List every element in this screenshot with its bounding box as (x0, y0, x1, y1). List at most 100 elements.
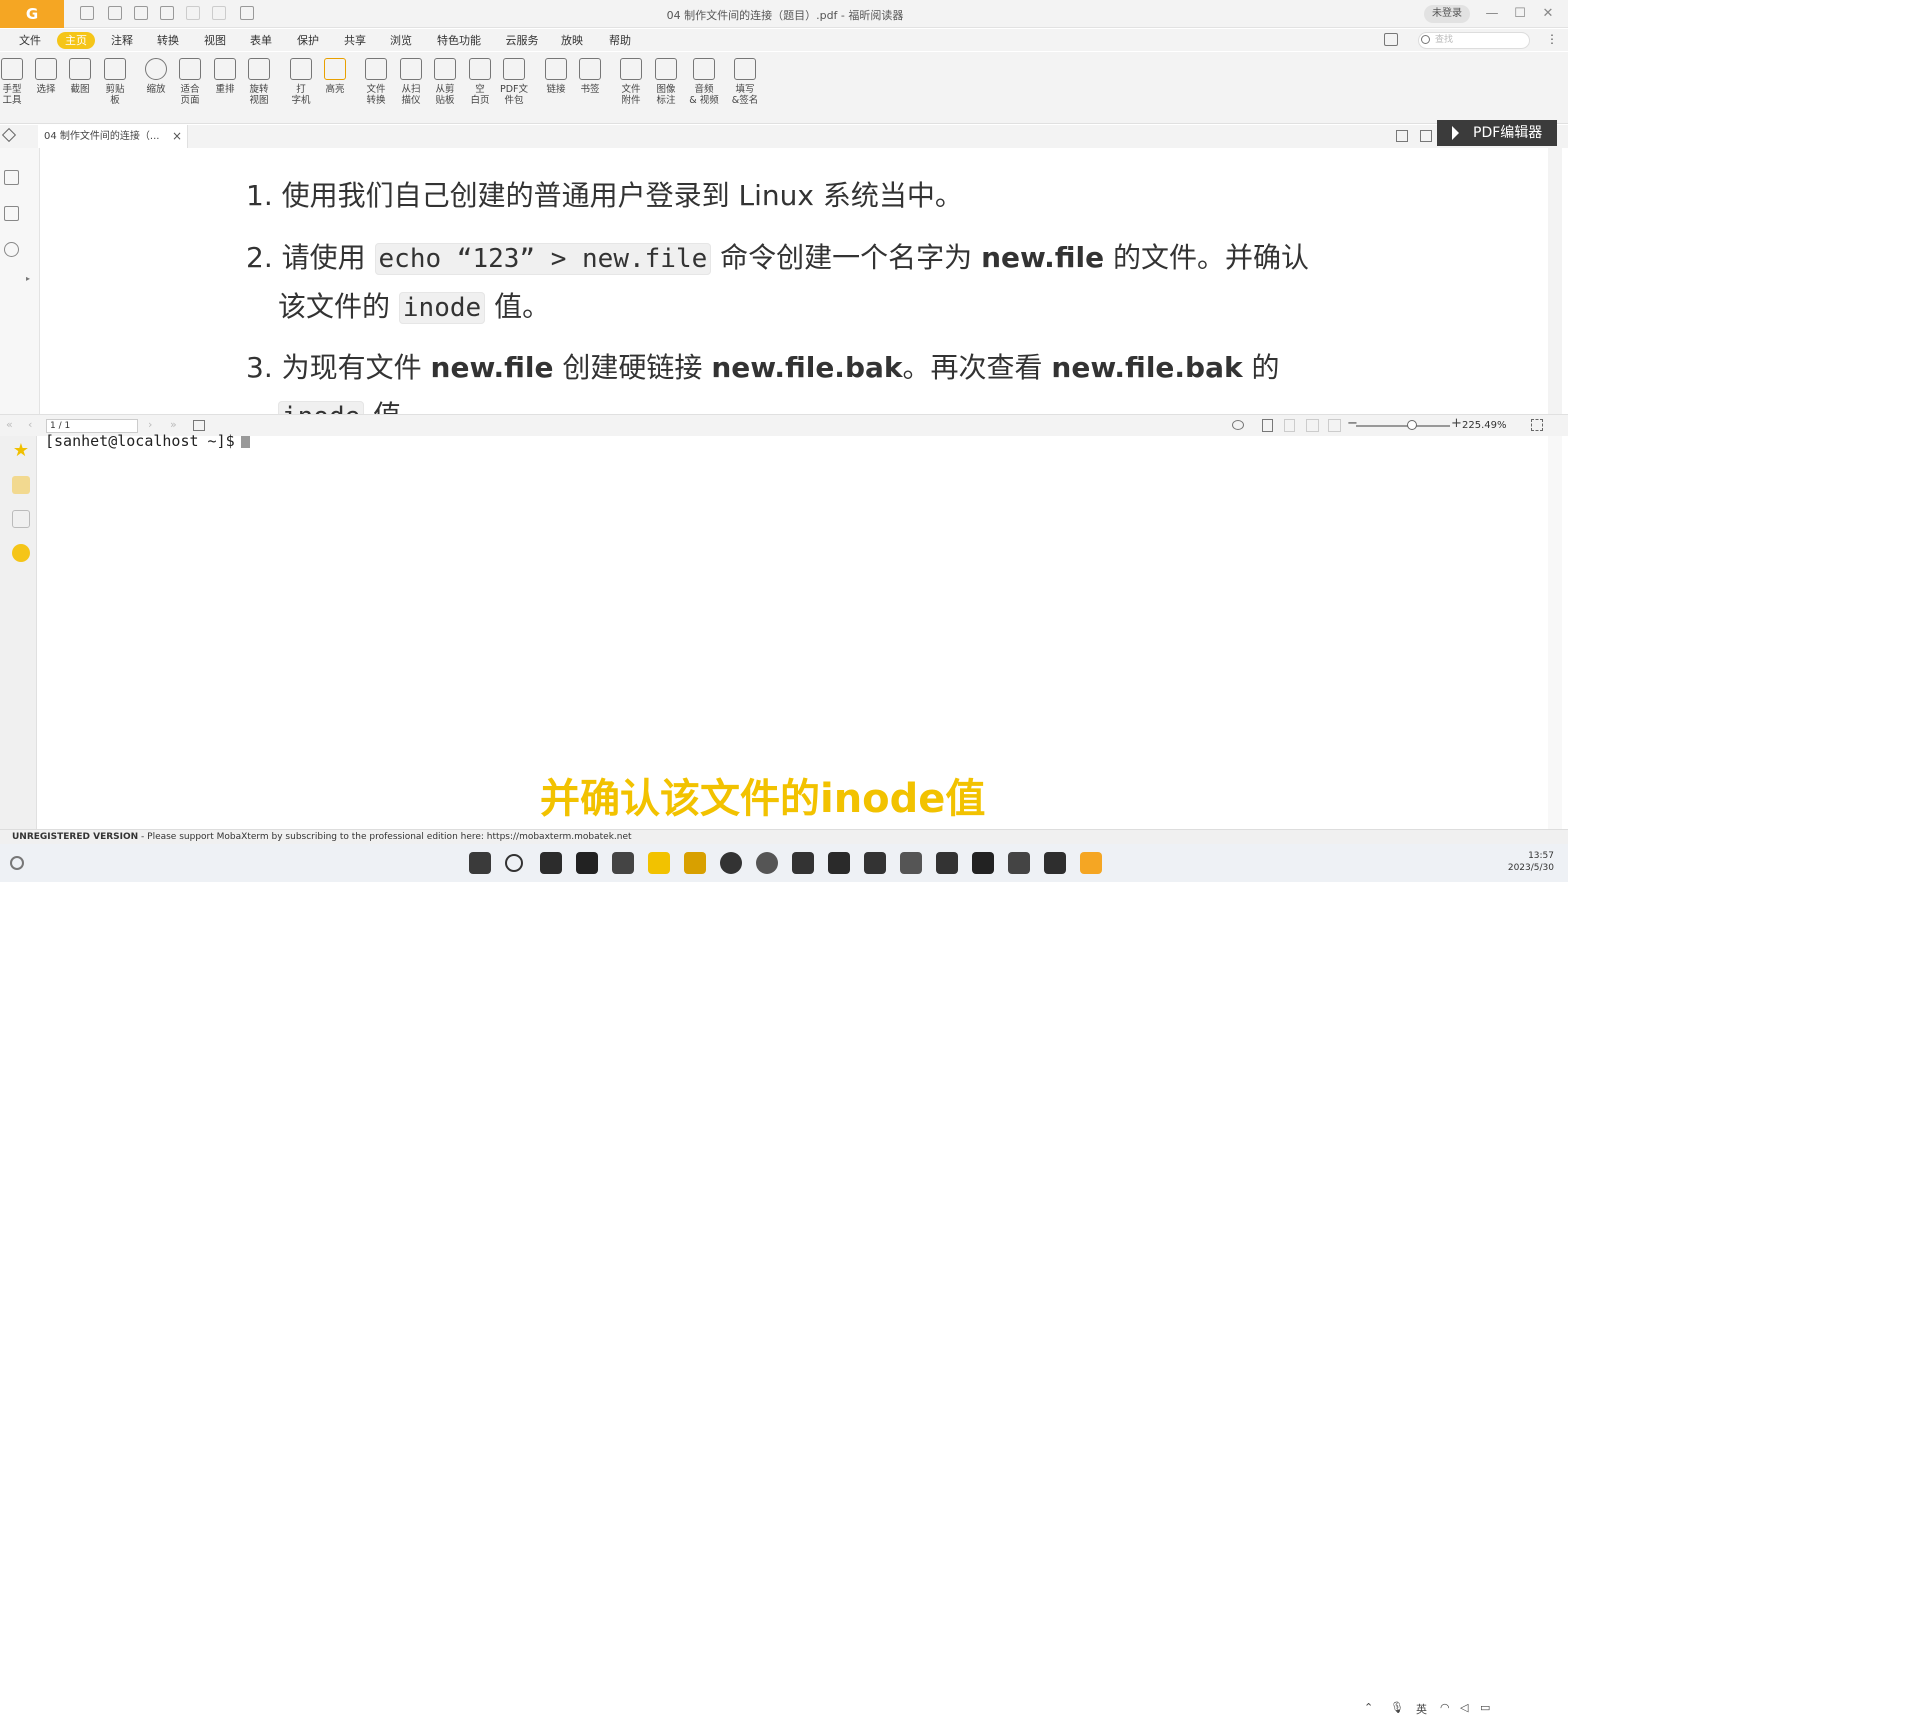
menu-home[interactable]: 主页 (57, 32, 95, 49)
zoom-in-icon[interactable]: + (1451, 416, 1462, 431)
menu-convert[interactable]: 转换 (154, 32, 182, 49)
tool-pdf-package[interactable]: PDF文 件包 (497, 58, 531, 106)
menu-comment[interactable]: 注释 (108, 32, 136, 49)
pdf-scrollbar[interactable] (1548, 148, 1562, 414)
microphone-icon[interactable]: 🎙 (1390, 1701, 1404, 1714)
maximize-icon[interactable]: ☐ (1510, 5, 1530, 23)
search-input[interactable]: 查找 (1418, 32, 1530, 49)
app-remote-icon[interactable] (684, 852, 706, 874)
eye-icon[interactable] (1232, 420, 1244, 430)
bookmark-panel-icon[interactable] (4, 170, 19, 185)
tool-blank-page[interactable]: 空 白页 (463, 58, 497, 106)
tool-zoom[interactable]: 缩放 (139, 58, 173, 95)
clock[interactable]: 13:57 2023/5/30 (1506, 850, 1554, 874)
undo-icon[interactable] (186, 6, 200, 20)
tool-typewriter[interactable]: 打 字机 (284, 58, 318, 106)
tools-icon[interactable] (12, 476, 30, 494)
tray-expand-icon[interactable]: ⌃ (1364, 1701, 1373, 1714)
single-page-icon[interactable] (1262, 419, 1273, 432)
terminal-area[interactable]: [sanhet@localhost ~]$ 并确认该文件的inode值 (37, 432, 1547, 829)
minimize-icon[interactable]: — (1482, 5, 1502, 23)
print-icon[interactable] (134, 6, 148, 20)
page-number-input[interactable]: 1 / 1 (46, 419, 138, 433)
more-icon[interactable]: ⋮ (1546, 32, 1558, 46)
new-icon[interactable] (160, 6, 174, 20)
tool-media[interactable]: 音频 & 视频 (684, 58, 724, 106)
save-icon[interactable] (108, 6, 122, 20)
login-button[interactable]: 未登录 (1424, 5, 1470, 23)
tool-hand[interactable]: 手型 工具 (0, 58, 29, 106)
close-icon[interactable]: ✕ (1538, 5, 1558, 23)
wifi-icon[interactable]: ◠ (1440, 1701, 1450, 1714)
menu-cloud[interactable]: 云服务 (503, 32, 541, 49)
tool-image-annotation[interactable]: 图像 标注 (649, 58, 683, 106)
macros-icon[interactable] (12, 510, 30, 528)
comments-panel-icon[interactable] (4, 242, 19, 257)
tool-scanner[interactable]: 从扫 描仪 (394, 58, 428, 106)
tool-attachment[interactable]: 文件 附件 (614, 58, 648, 106)
app-video-icon[interactable] (972, 852, 994, 874)
zoom-level[interactable]: 225.49% (1462, 420, 1507, 431)
next-page-icon[interactable]: › (148, 418, 152, 431)
menu-help[interactable]: 帮助 (606, 32, 634, 49)
input-method[interactable]: 英 (1416, 1701, 1427, 1717)
menu-share[interactable]: 共享 (341, 32, 369, 49)
tool-fit-page[interactable]: 适合 页面 (173, 58, 207, 106)
app-terminal-icon[interactable] (612, 852, 634, 874)
tool-rotate[interactable]: 旋转 视图 (242, 58, 276, 106)
menu-file[interactable]: 文件 (16, 32, 44, 49)
wechat-icon[interactable] (756, 852, 778, 874)
tool-select[interactable]: 选择 (29, 58, 63, 95)
app-wireshark-icon[interactable] (900, 852, 922, 874)
redo-icon[interactable] (212, 6, 226, 20)
last-page-icon[interactable]: » (170, 418, 177, 431)
single-view-icon[interactable] (1420, 130, 1432, 142)
facing-page-icon[interactable] (1306, 419, 1319, 432)
star-icon[interactable]: ★ (12, 442, 30, 460)
start-icon[interactable] (469, 852, 491, 874)
tool-bookmark[interactable]: 书签 (573, 58, 607, 95)
pdf-page-view[interactable]: 1. 使用我们自己创建的普通用户登录到 Linux 系统当中。 2. 请使用 e… (41, 148, 1547, 414)
pages-panel-icon[interactable] (4, 206, 19, 221)
eraser-icon[interactable] (1, 127, 17, 143)
first-page-icon[interactable]: « (6, 418, 13, 431)
prev-page-icon[interactable]: ‹ (28, 418, 32, 431)
battery-icon[interactable]: ▭ (1480, 1701, 1490, 1714)
continuous-page-icon[interactable] (1284, 419, 1295, 432)
search-taskbar-icon[interactable] (505, 854, 523, 872)
tool-reflow[interactable]: 重排 (208, 58, 242, 95)
sftp-icon[interactable] (12, 544, 30, 562)
fullscreen-icon[interactable] (1531, 419, 1543, 431)
app-sticky-icon[interactable] (576, 852, 598, 874)
layout-icon[interactable] (1384, 33, 1398, 46)
menu-slideshow[interactable]: 放映 (558, 32, 586, 49)
menu-features[interactable]: 特色功能 (434, 32, 484, 49)
zoom-slider[interactable] (1356, 425, 1450, 427)
continuous-facing-icon[interactable] (1328, 419, 1341, 432)
tool-clipboard[interactable]: 剪贴 板 (98, 58, 132, 106)
tool-screenshot[interactable]: 截图 (63, 58, 97, 95)
copy-page-icon[interactable] (193, 420, 205, 431)
mobaxterm-icon[interactable] (1044, 852, 1066, 874)
volume-icon[interactable]: ◁ (1460, 1701, 1468, 1714)
tool-highlight[interactable]: 高亮 (318, 58, 352, 95)
tool-from-clipboard[interactable]: 从剪 贴板 (428, 58, 462, 106)
tab-document[interactable]: 04 制作文件间的连接（... (38, 125, 188, 148)
app-v2-icon[interactable] (864, 852, 886, 874)
hand-tool-icon[interactable] (240, 6, 254, 20)
app-player-icon[interactable] (792, 852, 814, 874)
foxit-reader-icon[interactable] (1080, 852, 1102, 874)
tool-sign[interactable]: 填写 &签名 (728, 58, 762, 106)
menu-protect[interactable]: 保护 (294, 32, 322, 49)
menu-view[interactable]: 视图 (201, 32, 229, 49)
app-note-icon[interactable] (1008, 852, 1030, 874)
file-explorer-icon[interactable] (648, 852, 670, 874)
terminal-scrollbar[interactable] (1548, 436, 1562, 829)
tab-close-icon[interactable]: × (172, 125, 182, 148)
refresh-icon[interactable] (10, 856, 24, 870)
tool-link[interactable]: 链接 (539, 58, 573, 95)
grid-view-icon[interactable] (1396, 130, 1408, 142)
open-icon[interactable] (80, 6, 94, 20)
tool-file-convert[interactable]: 文件 转换 (359, 58, 393, 106)
expand-sidebar-icon[interactable]: ▸ (26, 274, 30, 283)
